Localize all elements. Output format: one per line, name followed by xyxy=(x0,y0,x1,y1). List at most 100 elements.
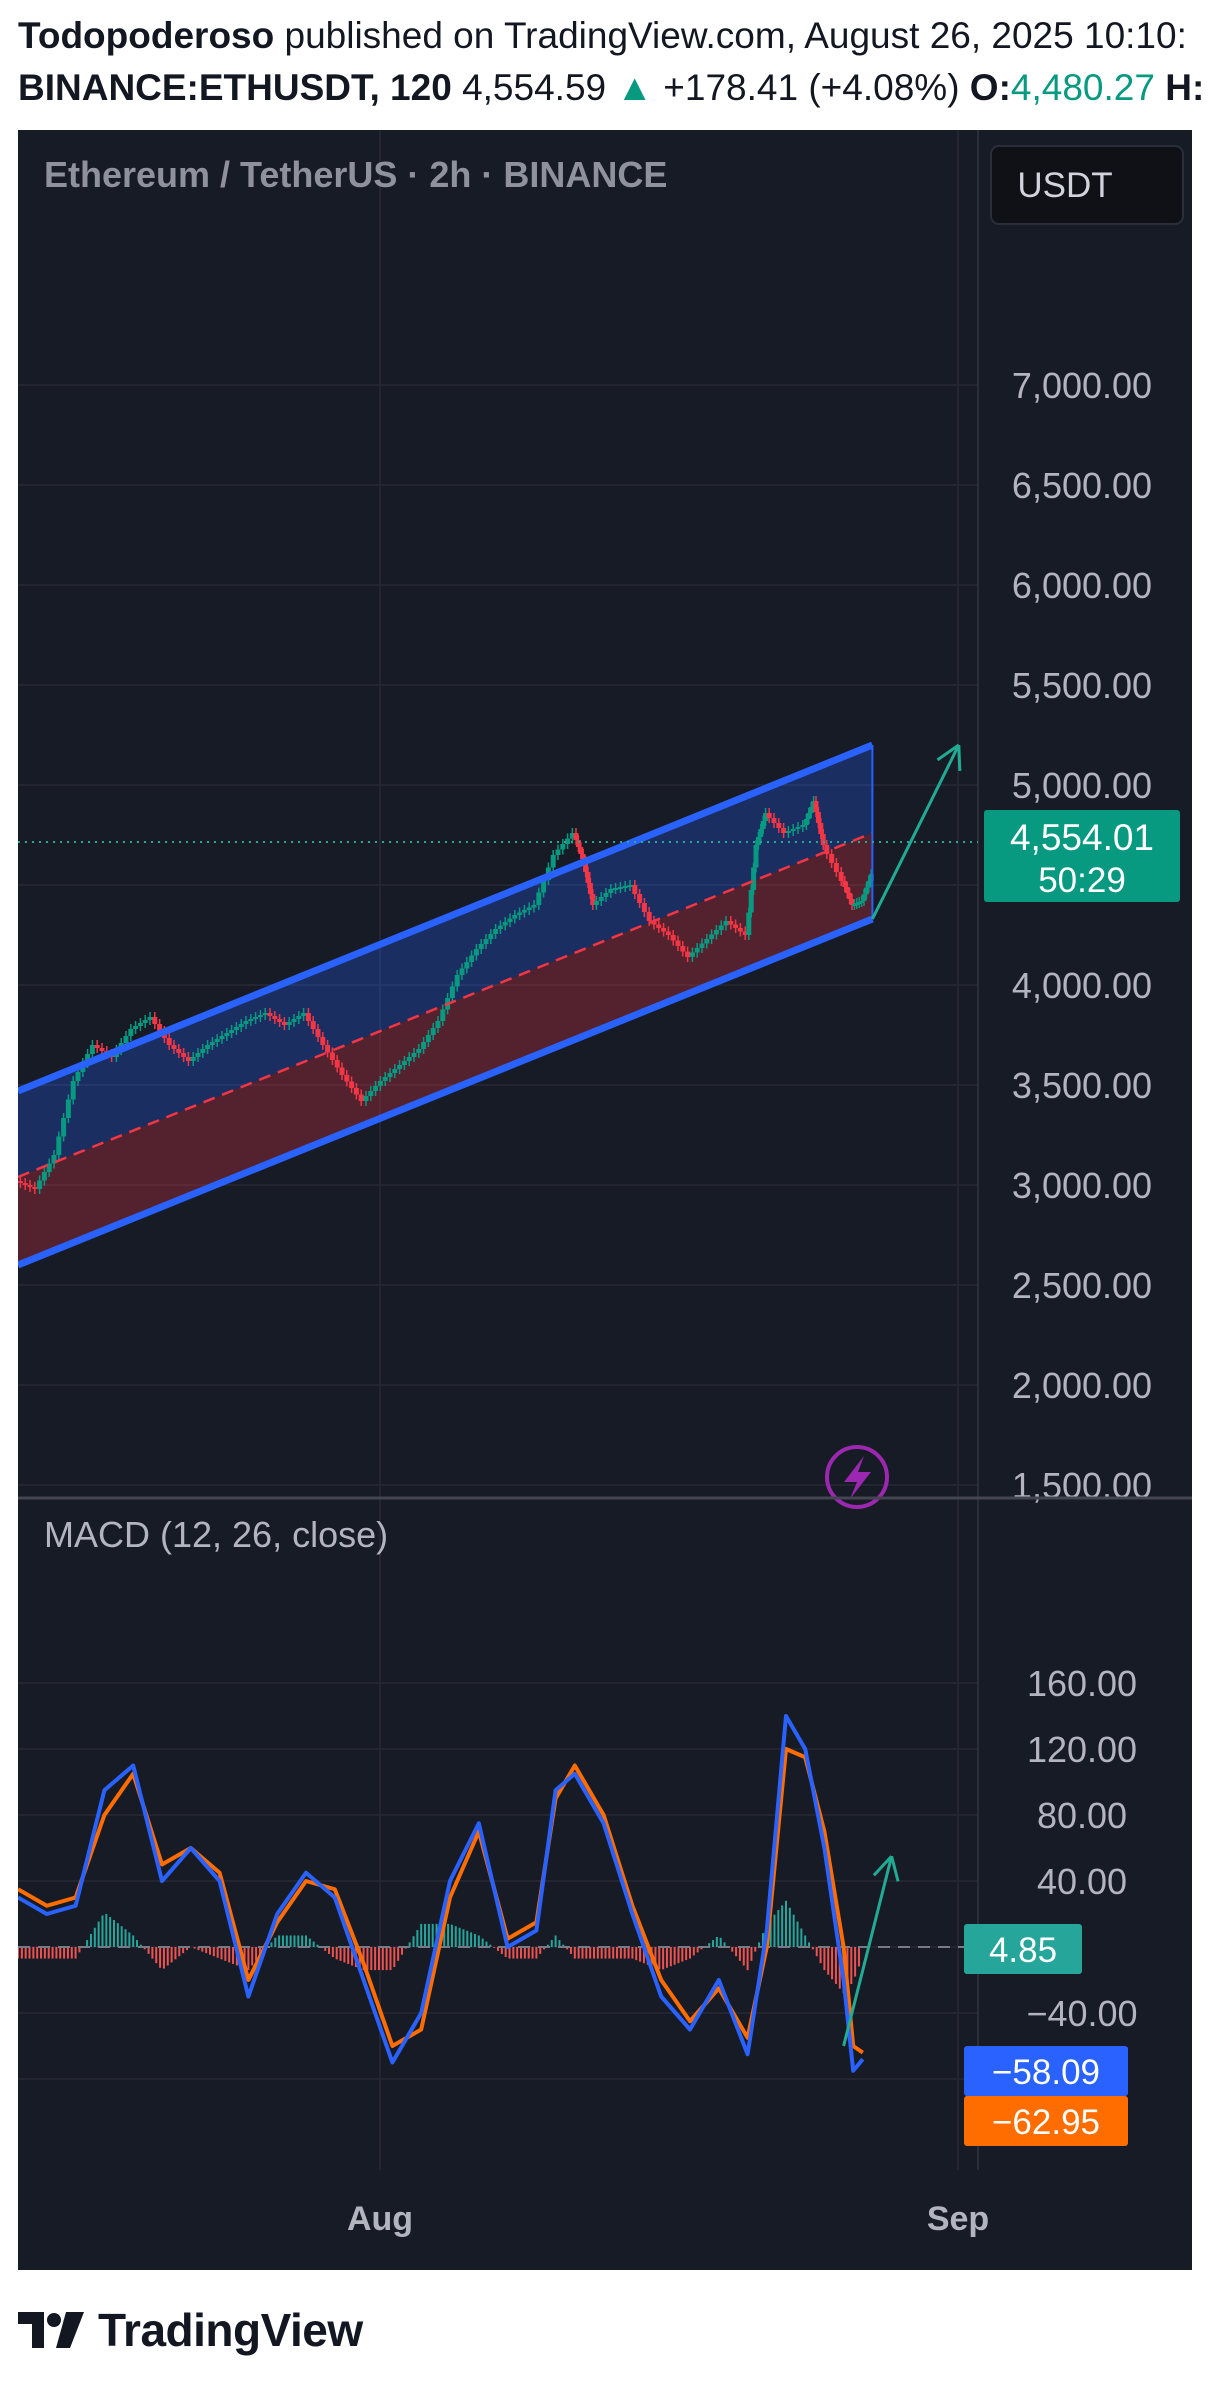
candle xyxy=(171,1045,177,1049)
candle xyxy=(329,1052,335,1060)
header-price: 4,554.59 xyxy=(462,67,607,108)
header: Todopoderoso published on TradingView.co… xyxy=(18,10,1208,114)
candle xyxy=(820,834,826,845)
candle xyxy=(382,1077,388,1081)
change-up-icon: ▲ xyxy=(616,67,654,108)
candle xyxy=(94,1045,100,1048)
signal-value: −62.95 xyxy=(992,2103,1100,2142)
candle xyxy=(502,922,508,926)
candle xyxy=(617,887,623,889)
candle xyxy=(353,1088,359,1095)
candle xyxy=(214,1039,220,1042)
price-tick-label: 2,500.00 xyxy=(1012,1265,1152,1306)
symbol-name: BINANCE:ETHUSDT, 120 xyxy=(18,67,452,108)
candle xyxy=(190,1057,196,1061)
price-axis: 7,000.00 6,500.00 6,000.00 5,500.00 5,000.00… xyxy=(1012,365,1152,1506)
candle xyxy=(493,929,499,934)
candle xyxy=(603,893,609,897)
price-tick-label: 5,000.00 xyxy=(1012,765,1152,806)
candle xyxy=(397,1065,403,1069)
price-tick-label: 3,000.00 xyxy=(1012,1165,1152,1206)
candle xyxy=(526,907,532,910)
histogram-value: 4.85 xyxy=(989,1931,1057,1970)
candle xyxy=(27,1185,33,1187)
candle xyxy=(272,1016,278,1019)
header-change: +178.41 (+4.08%) xyxy=(663,67,960,108)
macd-tick-label: 80.00 xyxy=(1037,1795,1127,1836)
candle xyxy=(320,1037,326,1045)
countdown-label: 50:29 xyxy=(1038,861,1126,900)
candle xyxy=(771,818,777,823)
candle xyxy=(781,828,787,833)
candle xyxy=(349,1081,355,1088)
candle xyxy=(469,955,475,962)
candle xyxy=(406,1057,412,1061)
candle xyxy=(790,829,796,831)
currency-label[interactable]: USDT xyxy=(1017,166,1112,205)
candle xyxy=(497,925,503,929)
candle xyxy=(248,1019,254,1021)
candle xyxy=(392,1069,398,1073)
candle xyxy=(133,1026,139,1029)
candle xyxy=(838,872,844,881)
x-axis-label-sep: Sep xyxy=(927,2200,989,2238)
candle xyxy=(536,892,542,905)
price-tick-label: 4,000.00 xyxy=(1012,965,1152,1006)
candle xyxy=(325,1045,331,1053)
candle xyxy=(22,1183,28,1185)
candle xyxy=(709,934,715,939)
candle xyxy=(181,1053,187,1057)
candle xyxy=(209,1042,215,1045)
price-tick-label: 6,500.00 xyxy=(1012,465,1152,506)
candle xyxy=(478,944,484,949)
price-arrow xyxy=(871,744,961,920)
candle xyxy=(531,905,537,908)
candle xyxy=(598,897,604,901)
candle xyxy=(785,831,791,833)
candle xyxy=(334,1060,340,1068)
candle xyxy=(829,854,835,863)
candle xyxy=(713,930,719,935)
candle xyxy=(61,1118,67,1137)
candle xyxy=(267,1013,273,1016)
candle xyxy=(637,894,643,903)
x-axis-label-aug: Aug xyxy=(347,2200,413,2238)
macd-axis: 160.00 120.00 80.00 40.00 −40.00 xyxy=(1026,1663,1137,2034)
candle xyxy=(593,901,599,905)
candle xyxy=(205,1045,211,1049)
price-tick-label: 3,500.00 xyxy=(1012,1065,1152,1106)
candle xyxy=(521,910,527,913)
open-value: 4,480.27 xyxy=(1010,67,1155,108)
candle xyxy=(387,1073,393,1077)
chart-frame[interactable]: 7,000.00 6,500.00 6,000.00 5,500.00 5,000.00… xyxy=(18,130,1192,2270)
currency-button[interactable]: USDT xyxy=(990,145,1184,225)
candle xyxy=(310,1021,316,1029)
candle xyxy=(766,813,772,818)
author-name[interactable]: Todopoderoso xyxy=(18,15,274,56)
price-tick-label: 5,500.00 xyxy=(1012,665,1152,706)
candle xyxy=(718,925,724,930)
candle xyxy=(646,912,652,921)
candle xyxy=(368,1091,374,1096)
chart-svg[interactable]: 7,000.00 6,500.00 6,000.00 5,500.00 5,000.00… xyxy=(18,130,1192,2270)
macd-tick-label: 160.00 xyxy=(1027,1663,1137,1704)
candle xyxy=(723,921,729,926)
candle xyxy=(219,1036,225,1039)
candle xyxy=(229,1030,235,1033)
candle xyxy=(296,1016,302,1019)
candle xyxy=(430,1028,436,1035)
macd-title: MACD (12, 26, close) xyxy=(44,1514,388,1555)
signal-value-tag: −62.95 xyxy=(964,2096,1128,2146)
candle xyxy=(622,886,628,888)
candle xyxy=(440,1009,446,1021)
candle xyxy=(694,948,700,953)
candle xyxy=(137,1023,143,1026)
macd-arrow-head xyxy=(890,1855,900,1882)
candle xyxy=(344,1075,350,1082)
high-label: H: xyxy=(1165,67,1205,108)
candle xyxy=(224,1033,230,1036)
symbol-line: BINANCE:ETHUSDT, 120 4,554.59 ▲ +178.41 … xyxy=(18,62,1208,114)
candle xyxy=(435,1021,441,1028)
macd-tick-label: 40.00 xyxy=(1037,1861,1127,1902)
candle xyxy=(641,903,647,912)
